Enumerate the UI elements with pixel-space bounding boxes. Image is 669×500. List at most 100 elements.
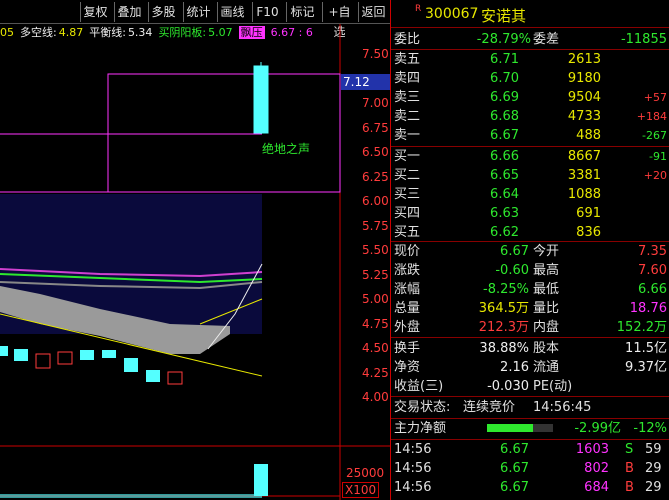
tick-row: 14:56 6.67 1603 S 59 (391, 440, 669, 459)
stat-value-2: 9.37亿 (625, 360, 667, 375)
chart-toolbar: 复权 叠加 多股 统计 画线 F10 标记 +自选 返回 (0, 0, 390, 39)
tick-row: 14:56 6.67 684 B 29 (391, 478, 669, 497)
stat-label: 换手 (394, 341, 421, 356)
stat-value: -0.030 (487, 379, 529, 394)
book-price: 6.67 (490, 128, 519, 143)
book-label: 买五 (394, 225, 421, 240)
duokong-value: 4.87 (58, 26, 84, 39)
stat-label: 涨幅 (394, 282, 421, 297)
stat-label-2: 流通 (533, 360, 560, 375)
stats-row: 收益(三) -0.030 PE(动) (391, 377, 669, 396)
book-volume: 2613 (567, 52, 601, 67)
tick-price: 6.67 (500, 442, 529, 457)
stat-value: 212.3万 (478, 320, 529, 335)
kline-chart[interactable] (0, 24, 390, 500)
ask-row[interactable]: 卖二 6.68 4733 +184 (391, 107, 669, 126)
stat-value-2: 7.35 (638, 244, 667, 259)
book-price: 6.71 (490, 52, 519, 67)
quote-panel: R 300067 安诺其 委比 -28.79% 委差 -11855 卖五 6.71… (390, 0, 669, 500)
tick-side: B (625, 461, 634, 476)
stat-label-2: 股本 (533, 341, 560, 356)
stat-label-2: PE(动) (533, 379, 573, 394)
book-change: +20 (643, 169, 667, 182)
volume-bar (254, 464, 268, 496)
book-price: 6.68 (490, 109, 519, 124)
bid-row[interactable]: 买三 6.64 1088 (391, 185, 669, 204)
tick-volume: 684 (584, 480, 609, 495)
overlay-button[interactable]: 叠加 (114, 2, 144, 22)
pingheng-value: 5.34 (127, 26, 153, 39)
stats-row: 现价 6.67 今开 7.35 (391, 242, 669, 261)
net-flow-track (487, 424, 553, 432)
add-watchlist-button[interactable]: +自选 (322, 2, 356, 39)
price-tick: 4.00 (362, 390, 389, 404)
stat-value: 2.16 (500, 360, 529, 375)
net-flow-row: 主力净额 -2.99亿 -12% (391, 419, 669, 438)
trade-status-row: 交易状态: 连续竞价 14:56:45 (391, 398, 669, 417)
book-label: 卖一 (394, 128, 421, 143)
maiyin-label: 买阴阳板: (158, 26, 207, 39)
weicha-value: -11855 (620, 32, 667, 47)
book-volume: 9504 (567, 90, 601, 105)
bid-row[interactable]: 买四 6.63 691 (391, 204, 669, 223)
stat-value: 364.5万 (478, 301, 529, 316)
stat-label: 收益(三) (394, 379, 444, 394)
weicha-label: 委差 (533, 32, 560, 47)
tick-time: 14:56 (394, 480, 432, 495)
book-label: 买一 (394, 149, 421, 164)
ask-row[interactable]: 卖一 6.67 488 -267 (391, 126, 669, 145)
book-price: 6.70 (490, 71, 519, 86)
bid-row[interactable]: 买一 6.66 8667 -91 (391, 147, 669, 166)
stats-row: 总量 364.5万 量比 18.76 (391, 299, 669, 318)
bid-row[interactable]: 买二 6.65 3381 +20 (391, 166, 669, 185)
multi-stock-button[interactable]: 多股 (148, 2, 178, 22)
price-tick: 5.50 (362, 243, 389, 257)
price-tick: 4.25 (362, 365, 389, 380)
fuquan-button[interactable]: 复权 (80, 2, 110, 22)
book-price: 6.63 (490, 206, 519, 221)
stat-label: 外盘 (394, 320, 421, 335)
book-label: 卖三 (394, 90, 421, 105)
stat-label-2: 最高 (533, 263, 560, 278)
book-label: 买四 (394, 206, 421, 221)
price-tick: 7.50 (362, 47, 389, 61)
stat-label: 总量 (394, 301, 421, 316)
price-tick: 5.00 (362, 292, 389, 306)
f10-button[interactable]: F10 (252, 2, 282, 22)
stats-row: 涨幅 -8.25% 最低 6.66 (391, 280, 669, 299)
stock-code: 300067 (425, 6, 479, 22)
stat-value: 6.67 (500, 244, 529, 259)
net-flow-pct: -12% (633, 421, 667, 436)
bid-row[interactable]: 买五 6.62 836 (391, 223, 669, 242)
stat-label-2: 内盘 (533, 320, 560, 335)
book-label: 买三 (394, 187, 421, 202)
tick-row: 14:56 6.67 802 B 29 (391, 459, 669, 478)
stat-value-2: 18.76 (629, 301, 667, 316)
stat-value: -0.60 (495, 263, 529, 278)
duokong-label: 多空线: (20, 26, 57, 39)
book-volume: 3381 (567, 168, 601, 183)
book-volume: 836 (576, 225, 601, 240)
mark-button[interactable]: 标记 (286, 2, 318, 22)
price-tick: 5.25 (362, 267, 389, 282)
tick-time: 14:56 (394, 442, 432, 457)
tick-time: 14:56 (394, 461, 432, 476)
book-price: 6.66 (490, 149, 519, 164)
book-volume: 488 (576, 128, 601, 143)
ask-row[interactable]: 卖三 6.69 9504 +57 (391, 88, 669, 107)
book-volume: 4733 (567, 109, 601, 124)
stat-value-2: 152.2万 (616, 320, 667, 335)
ask-row[interactable]: 卖五 6.71 2613 (391, 50, 669, 69)
book-volume: 691 (576, 206, 601, 221)
price-tick: 4.50 (362, 341, 389, 355)
stock-header: R 300067 安诺其 (391, 0, 669, 28)
weibi-label: 委比 (394, 32, 421, 47)
ask-row[interactable]: 卖四 6.70 9180 (391, 69, 669, 88)
statistics-button[interactable]: 统计 (183, 2, 213, 22)
book-change: -267 (642, 129, 667, 142)
tick-side: B (625, 480, 634, 495)
back-button[interactable]: 返回 (358, 2, 388, 22)
draw-line-button[interactable]: 画线 (217, 2, 247, 22)
stat-value-2: 6.66 (638, 282, 667, 297)
book-volume: 1088 (567, 187, 601, 202)
